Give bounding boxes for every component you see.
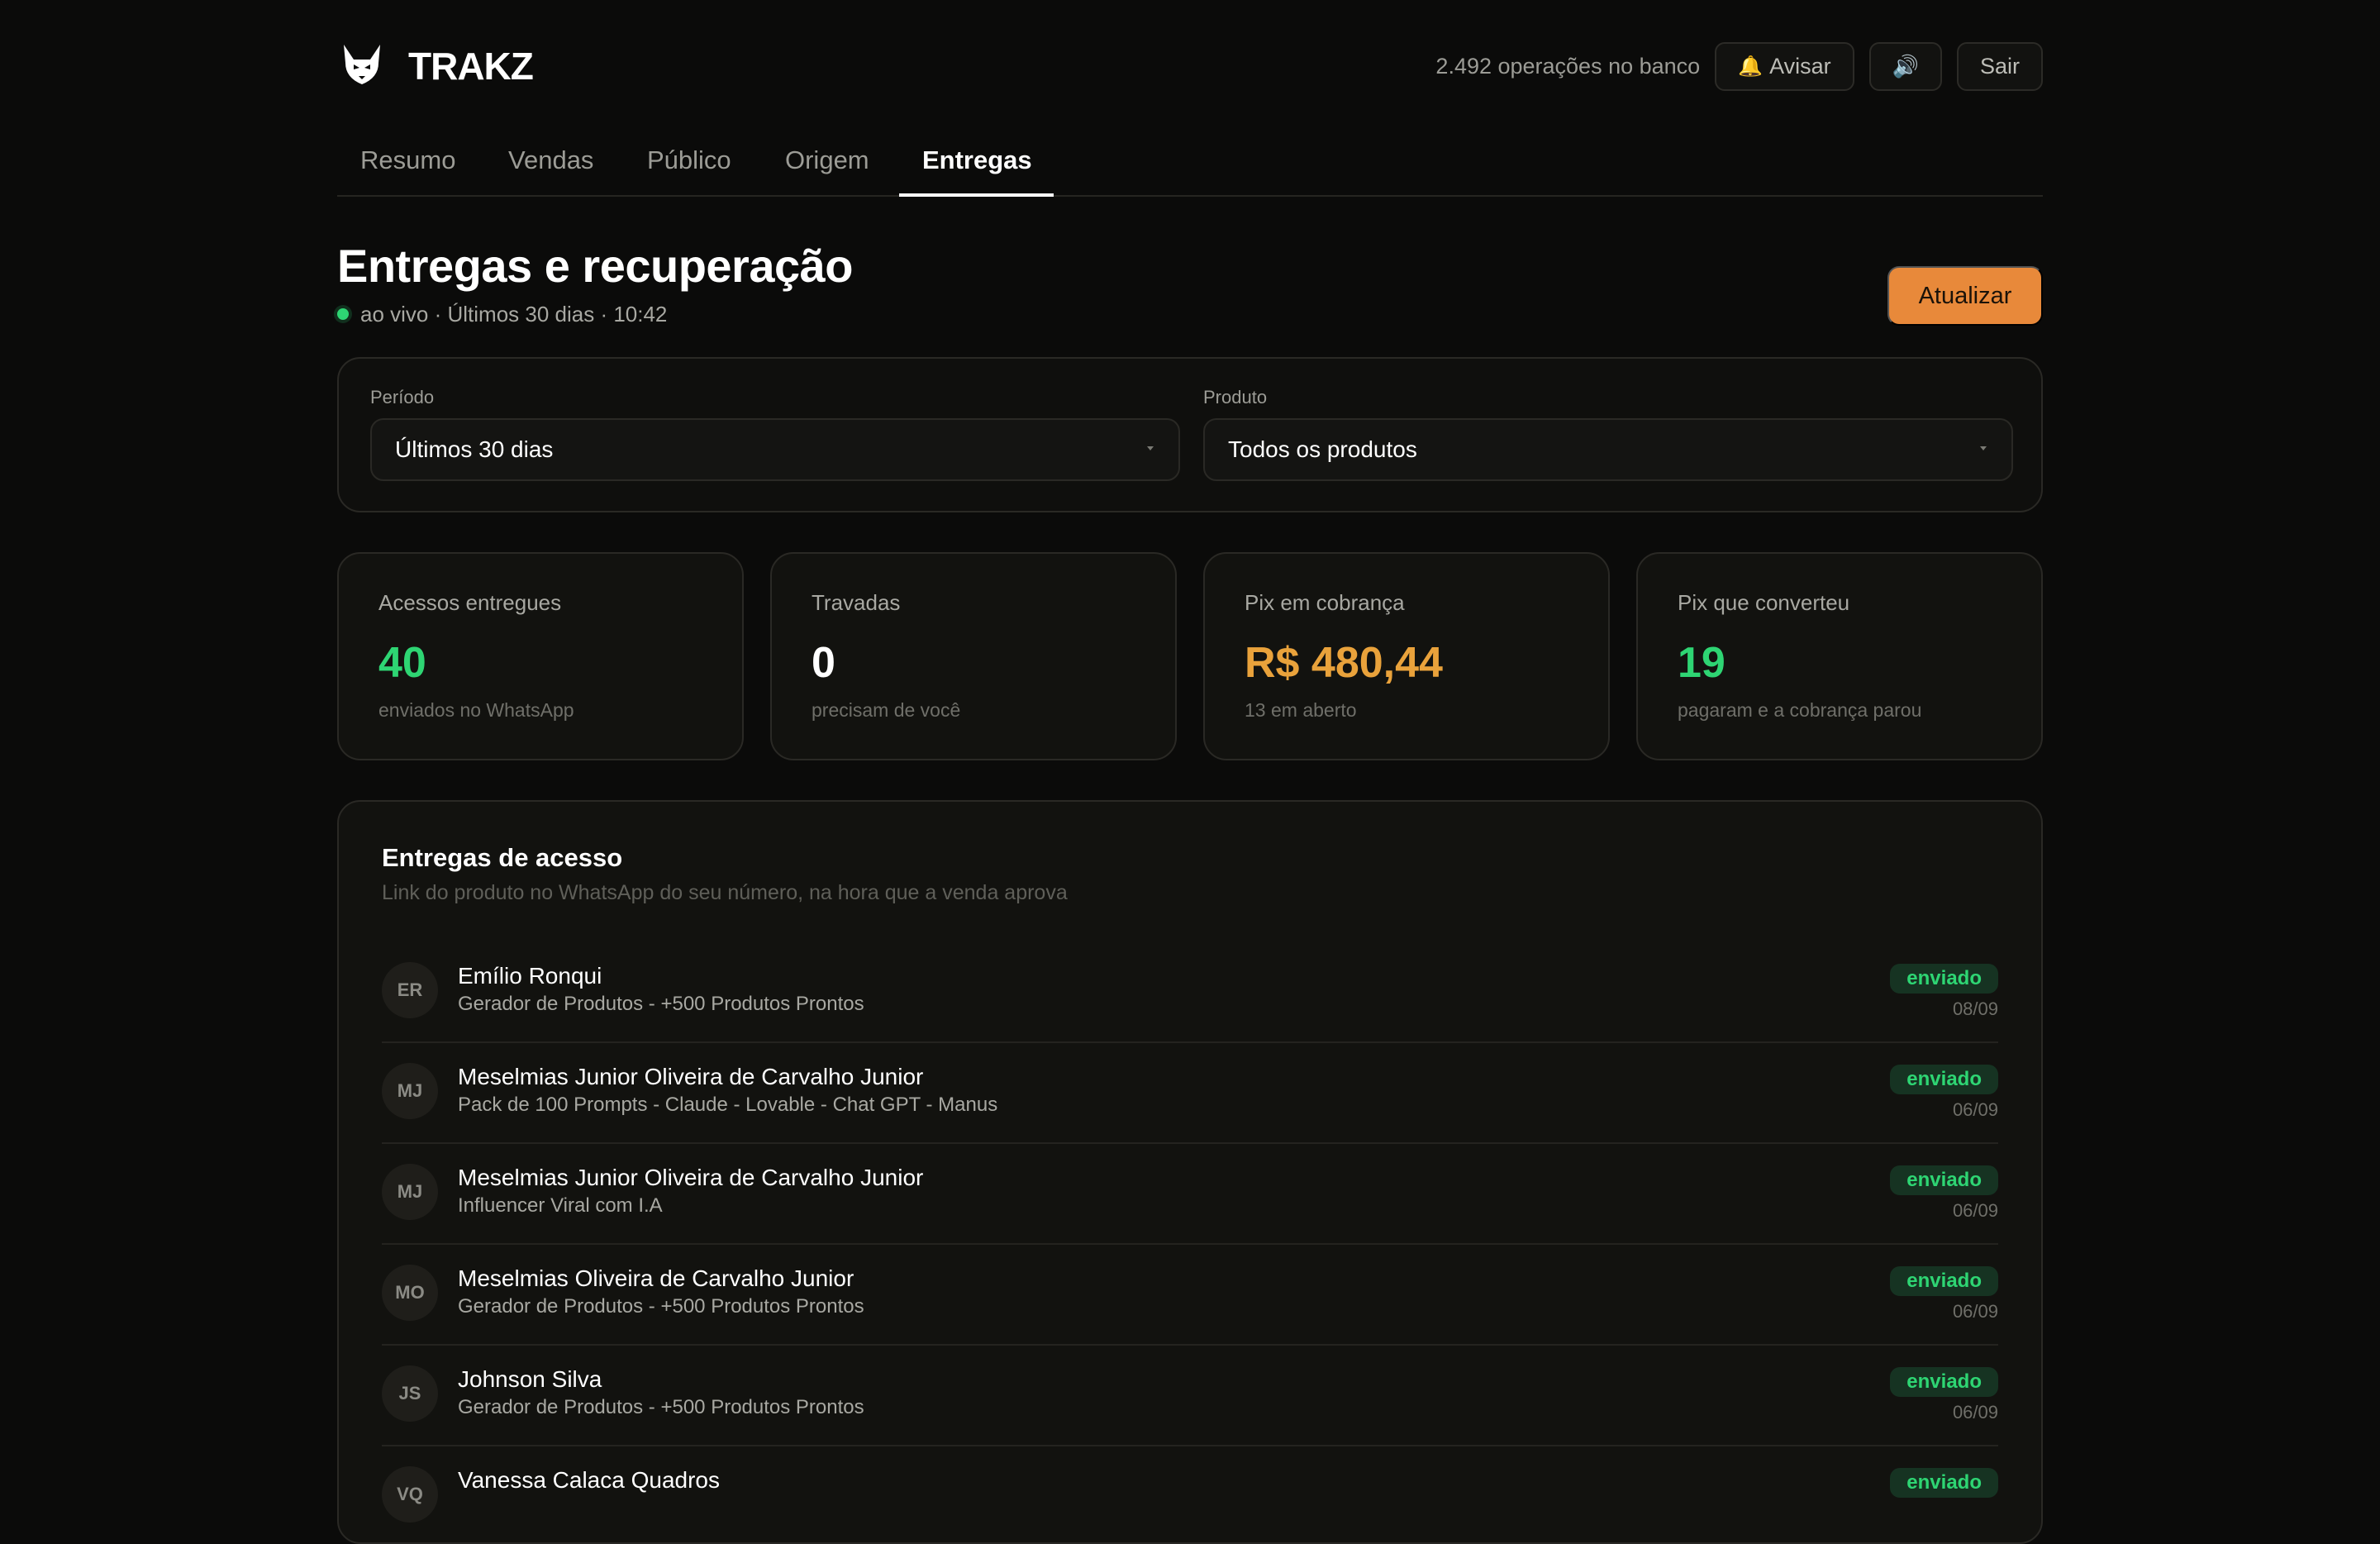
list-item[interactable]: MJ Meselmias Junior Oliveira de Carvalho… — [382, 1043, 1998, 1144]
stat-value: 0 — [812, 639, 835, 687]
status-badge: enviado — [1890, 1468, 1998, 1498]
logout-button[interactable]: Sair — [1956, 42, 2043, 91]
tab-entregas[interactable]: Entregas — [922, 145, 1032, 175]
tab-origem[interactable]: Origem — [785, 145, 869, 175]
period-select[interactable]: Últimos 30 dias — [370, 418, 1180, 481]
product-name: Influencer Viral com I.A — [458, 1194, 663, 1217]
customer-name: Vanessa Calaca Quadros — [458, 1467, 720, 1493]
demon-logo-icon — [344, 45, 380, 84]
avatar: VQ — [382, 1466, 438, 1523]
stat-value: R$ 480,44 — [1245, 639, 1443, 687]
stat-subtext: precisam de você — [812, 699, 961, 721]
notify-button[interactable]: 🔔 Avisar — [1715, 42, 1854, 91]
status-badge: enviado — [1890, 964, 1998, 994]
stat-card-delivered: Acessos entregues 40 enviados no WhatsAp… — [337, 552, 744, 760]
product-select[interactable]: Todos os produtos — [1203, 418, 2013, 481]
product-label: Produto — [1203, 387, 1268, 407]
brand-name: TRAKZ — [408, 45, 534, 88]
delivery-date: 06/09 — [1952, 1402, 1998, 1422]
live-dot-icon — [337, 308, 349, 320]
nav-tabs: Resumo Vendas Público Origem Entregas — [337, 132, 2043, 197]
deliveries-subtitle: Link do produto no WhatsApp do seu númer… — [382, 881, 1068, 904]
stat-subtext: enviados no WhatsApp — [378, 699, 574, 721]
status-badge: enviado — [1890, 1165, 1998, 1195]
stat-value: 19 — [1678, 639, 1726, 687]
stat-card-pix-converted: Pix que converteu 19 pagaram e a cobranç… — [1636, 552, 2043, 760]
product-value: Todos os produtos — [1228, 436, 1417, 462]
period-value: Últimos 30 dias — [395, 436, 554, 462]
product-name: Gerador de Produtos - +500 Produtos Pron… — [458, 1295, 864, 1318]
top-header: TRAKZ 2.492 operações no banco 🔔 Avisar … — [337, 36, 2043, 96]
avatar: MJ — [382, 1063, 438, 1119]
avatar: JS — [382, 1365, 438, 1422]
active-tab-indicator — [899, 193, 1054, 197]
customer-name: Meselmias Oliveira de Carvalho Junior — [458, 1265, 854, 1291]
product-name: Pack de 100 Prompts - Claude - Lovable -… — [458, 1094, 998, 1116]
stat-subtext: pagaram e a cobrança parou — [1678, 699, 1922, 721]
stat-label: Travadas — [812, 590, 901, 615]
bell-icon: 🔔 — [1738, 55, 1764, 78]
chevron-down-icon — [1980, 446, 1987, 450]
operations-count: 2.492 operações no banco — [1435, 54, 1701, 79]
list-item[interactable]: ER Emílio Ronqui Gerador de Produtos - +… — [382, 942, 1998, 1043]
filters-panel: Período Últimos 30 dias Produto Todos os… — [337, 357, 2043, 512]
deliveries-title: Entregas de acesso — [382, 843, 623, 872]
period-label: Período — [370, 387, 435, 407]
stat-subtext: 13 em aberto — [1245, 699, 1357, 721]
customer-name: Emílio Ronqui — [458, 963, 602, 989]
tab-resumo[interactable]: Resumo — [360, 145, 455, 175]
list-item[interactable]: JS Johnson Silva Gerador de Produtos - +… — [382, 1346, 1998, 1446]
product-name: Gerador de Produtos - +500 Produtos Pron… — [458, 993, 864, 1015]
stats-row: Acessos entregues 40 enviados no WhatsAp… — [337, 552, 2043, 760]
customer-name: Johnson Silva — [458, 1366, 602, 1392]
refresh-button[interactable]: Atualizar — [1887, 266, 2043, 326]
live-status: ao vivo · Últimos 30 dias · 10:42 — [337, 301, 667, 327]
status-badge: enviado — [1890, 1266, 1998, 1296]
product-name: Gerador de Produtos - +500 Produtos Pron… — [458, 1396, 864, 1418]
customer-name: Meselmias Junior Oliveira de Carvalho Ju… — [458, 1064, 924, 1089]
avatar: MO — [382, 1265, 438, 1321]
deliveries-panel: Entregas de acesso Link do produto no Wh… — [337, 800, 2043, 1544]
stat-card-stuck: Travadas 0 precisam de você — [770, 552, 1177, 760]
stat-label: Pix em cobrança — [1245, 590, 1405, 615]
delivery-date: 06/09 — [1952, 1301, 1998, 1322]
page-title: Entregas e recuperação — [337, 240, 853, 292]
deliveries-list: ER Emílio Ronqui Gerador de Produtos - +… — [382, 942, 1998, 1542]
delivery-date: 06/09 — [1952, 1099, 1998, 1120]
tab-vendas[interactable]: Vendas — [508, 145, 593, 175]
speaker-icon: 🔊 — [1892, 54, 1919, 79]
avatar: ER — [382, 962, 438, 1018]
list-item[interactable]: MJ Meselmias Junior Oliveira de Carvalho… — [382, 1144, 1998, 1245]
stat-label: Acessos entregues — [378, 590, 562, 615]
avatar: MJ — [382, 1164, 438, 1220]
customer-name: Meselmias Junior Oliveira de Carvalho Ju… — [458, 1165, 924, 1190]
list-item[interactable]: MO Meselmias Oliveira de Carvalho Junior… — [382, 1245, 1998, 1346]
status-badge: enviado — [1890, 1367, 1998, 1397]
delivery-date: 06/09 — [1952, 1200, 1998, 1221]
delivery-date: 08/09 — [1952, 998, 1998, 1019]
list-item[interactable]: VQ Vanessa Calaca Quadros enviado — [382, 1446, 1998, 1542]
sound-toggle-button[interactable]: 🔊 — [1868, 42, 1942, 91]
chevron-down-icon — [1147, 446, 1154, 450]
notify-label: Avisar — [1769, 54, 1831, 79]
stat-value: 40 — [378, 639, 426, 687]
tab-publico[interactable]: Público — [647, 145, 731, 175]
stat-label: Pix que converteu — [1678, 590, 1850, 615]
stat-card-pix-billing: Pix em cobrança R$ 480,44 13 em aberto — [1203, 552, 1610, 760]
status-text: ao vivo · Últimos 30 dias · 10:42 — [360, 302, 668, 326]
status-badge: enviado — [1890, 1065, 1998, 1094]
